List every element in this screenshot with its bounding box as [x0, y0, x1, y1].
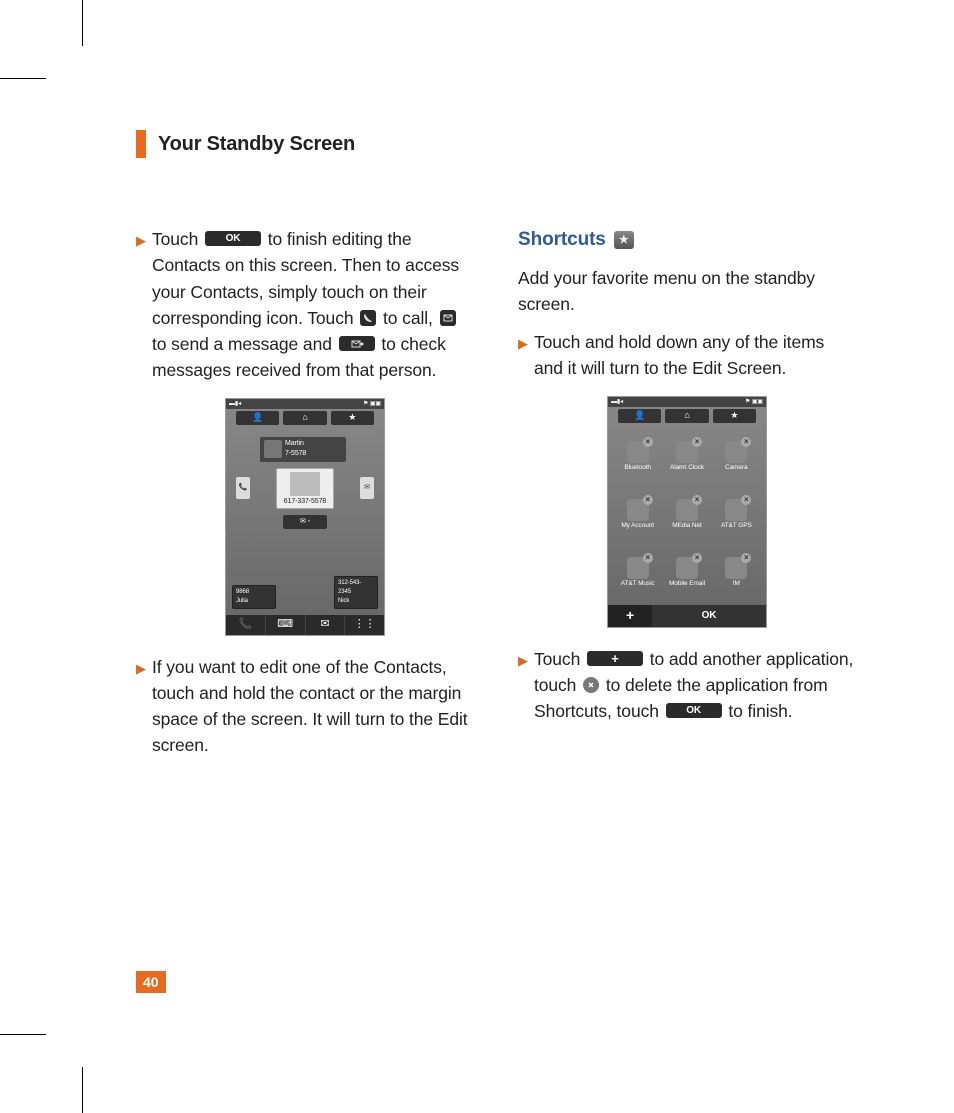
shortcut-icon [676, 557, 698, 579]
message-action-icon: ✉ [360, 477, 374, 499]
inbox-icon [339, 336, 375, 351]
right-bullet-1: ▶ Touch and hold down any of the items a… [518, 329, 856, 382]
shortcut-item: Camera [713, 429, 760, 485]
ok-button-icon: OK [205, 231, 261, 246]
status-right: ⚑ ▣▣ [363, 400, 381, 408]
shortcut-item: AT&T Music [614, 545, 661, 601]
shortcut-label: AT&T Music [621, 581, 655, 588]
contact-card-number: 617-337-5578 [280, 498, 330, 506]
text-fragment: Touch [152, 229, 203, 249]
contact-name: Martin [285, 439, 342, 450]
shortcut-icon [725, 499, 747, 521]
ok-button: OK [652, 605, 766, 627]
shortcut-label: IM [733, 581, 740, 588]
tab-home: ⌂ [665, 409, 708, 423]
left-paragraph-1: Touch OK to finish editing the Contacts … [152, 226, 474, 384]
left-paragraph-2: If you want to edit one of the Contacts,… [152, 654, 474, 759]
ok-button-icon: OK [666, 703, 722, 718]
bullet-marker: ▶ [136, 659, 146, 759]
bottombar-call-icon: 📞 [226, 615, 266, 635]
call-action-icon: 📞 [236, 477, 250, 499]
avatar-icon [264, 440, 282, 458]
section-title: Your Standby Screen [158, 133, 355, 156]
contacts-screen-figure: ▬▮◂ ⚑ ▣▣ 👤 ⌂ ★ Martin7-5578 [225, 398, 385, 636]
page-number: 40 [136, 971, 166, 993]
shortcut-item: Alarm Clock [663, 429, 710, 485]
shortcut-item: IM [713, 545, 760, 601]
contact-mini-right: 312-543-2345 Nick [334, 576, 378, 609]
header-accent-bar [136, 130, 146, 158]
shortcuts-heading: Shortcuts [518, 226, 856, 255]
bottombar-menu-icon: ⋮⋮ [345, 615, 384, 635]
shortcut-item: AT&T GPS [713, 487, 760, 543]
shortcut-icon [725, 557, 747, 579]
right-paragraph-1: Touch and hold down any of the items and… [534, 329, 856, 382]
shortcuts-grid: Bluetooth Alarm Clock Camera My Account … [608, 425, 766, 605]
text-fragment: to call, [383, 308, 438, 328]
bottombar-message-icon: ✉ [306, 615, 346, 635]
shortcut-icon [627, 499, 649, 521]
bullet-marker: ▶ [518, 334, 528, 382]
shortcut-icon [627, 557, 649, 579]
message-icon [440, 310, 456, 326]
bullet-marker: ▶ [518, 651, 528, 725]
mini-name: Nick [338, 597, 374, 606]
shortcuts-bottom-bar: + OK [608, 605, 766, 627]
mini-name: Julia [236, 597, 272, 606]
shortcut-label: Bluetooth [624, 465, 651, 472]
shortcut-icon [676, 499, 698, 521]
right-paragraph-2: Touch + to add another application, touc… [534, 646, 856, 725]
mini-number: 312-543-2345 [338, 579, 374, 597]
text-fragment: Touch [534, 649, 585, 669]
tab-home: ⌂ [283, 411, 326, 425]
status-right: ⚑ ▣▣ [745, 398, 763, 406]
shortcut-label: AT&T GPS [721, 523, 752, 530]
bottom-bar: 📞 ⌨ ✉ ⋮⋮ [226, 615, 384, 635]
text-fragment: to send a message and [152, 334, 337, 354]
contact-number: 7-5578 [285, 449, 342, 460]
shortcut-item: MEdia Net [663, 487, 710, 543]
right-column: Shortcuts Add your favorite menu on the … [518, 226, 856, 769]
left-column: ▶ Touch OK to finish editing the Contact… [136, 226, 474, 769]
status-left: ▬▮◂ [229, 400, 241, 408]
shortcut-icon [627, 441, 649, 463]
shortcut-label: My Account [621, 523, 654, 530]
tab-favorites: ★ [713, 409, 756, 423]
tab-contacts: 👤 [236, 411, 279, 425]
shortcuts-screen-figure: ▬▮◂ ⚑ ▣▣ 👤 ⌂ ★ Bluetooth Alarm Clock Cam… [607, 396, 767, 628]
shortcut-item: My Account [614, 487, 661, 543]
avatar-icon [290, 472, 320, 496]
right-bullet-2: ▶ Touch + to add another application, to… [518, 646, 856, 725]
tab-contacts: 👤 [618, 409, 661, 423]
shortcut-icon [676, 441, 698, 463]
shortcut-label: Camera [725, 465, 748, 472]
section-header: Your Standby Screen [136, 130, 856, 158]
star-tab-icon [614, 231, 634, 249]
bullet-marker: ▶ [136, 231, 146, 384]
shortcut-item: Mobile Email [663, 545, 710, 601]
shortcuts-heading-text: Shortcuts [518, 226, 606, 255]
left-bullet-2: ▶ If you want to edit one of the Contact… [136, 654, 474, 759]
contact-mini-left: 9868 Julia [232, 585, 276, 609]
bottombar-dial-icon: ⌨ [266, 615, 306, 635]
plus-button-icon: + [587, 651, 643, 666]
call-icon [360, 310, 376, 326]
mini-number: 9868 [236, 588, 272, 597]
shortcut-label: Alarm Clock [670, 465, 704, 472]
inbox-action-icon: ✉ ◦ [283, 515, 327, 529]
text-fragment: to finish. [728, 701, 792, 721]
add-button: + [608, 605, 652, 627]
delete-icon [583, 677, 599, 693]
left-bullet-1: ▶ Touch OK to finish editing the Contact… [136, 226, 474, 384]
shortcut-item: Bluetooth [614, 429, 661, 485]
shortcut-label: Mobile Email [669, 581, 705, 588]
shortcut-label: MEdia Net [672, 523, 701, 530]
shortcut-icon [725, 441, 747, 463]
shortcuts-intro: Add your favorite menu on the standby sc… [518, 265, 856, 318]
tab-favorites: ★ [331, 411, 374, 425]
status-left: ▬▮◂ [611, 398, 623, 406]
contact-row-top: Martin7-5578 [260, 437, 346, 462]
contact-card: 617-337-5578 [276, 468, 334, 510]
